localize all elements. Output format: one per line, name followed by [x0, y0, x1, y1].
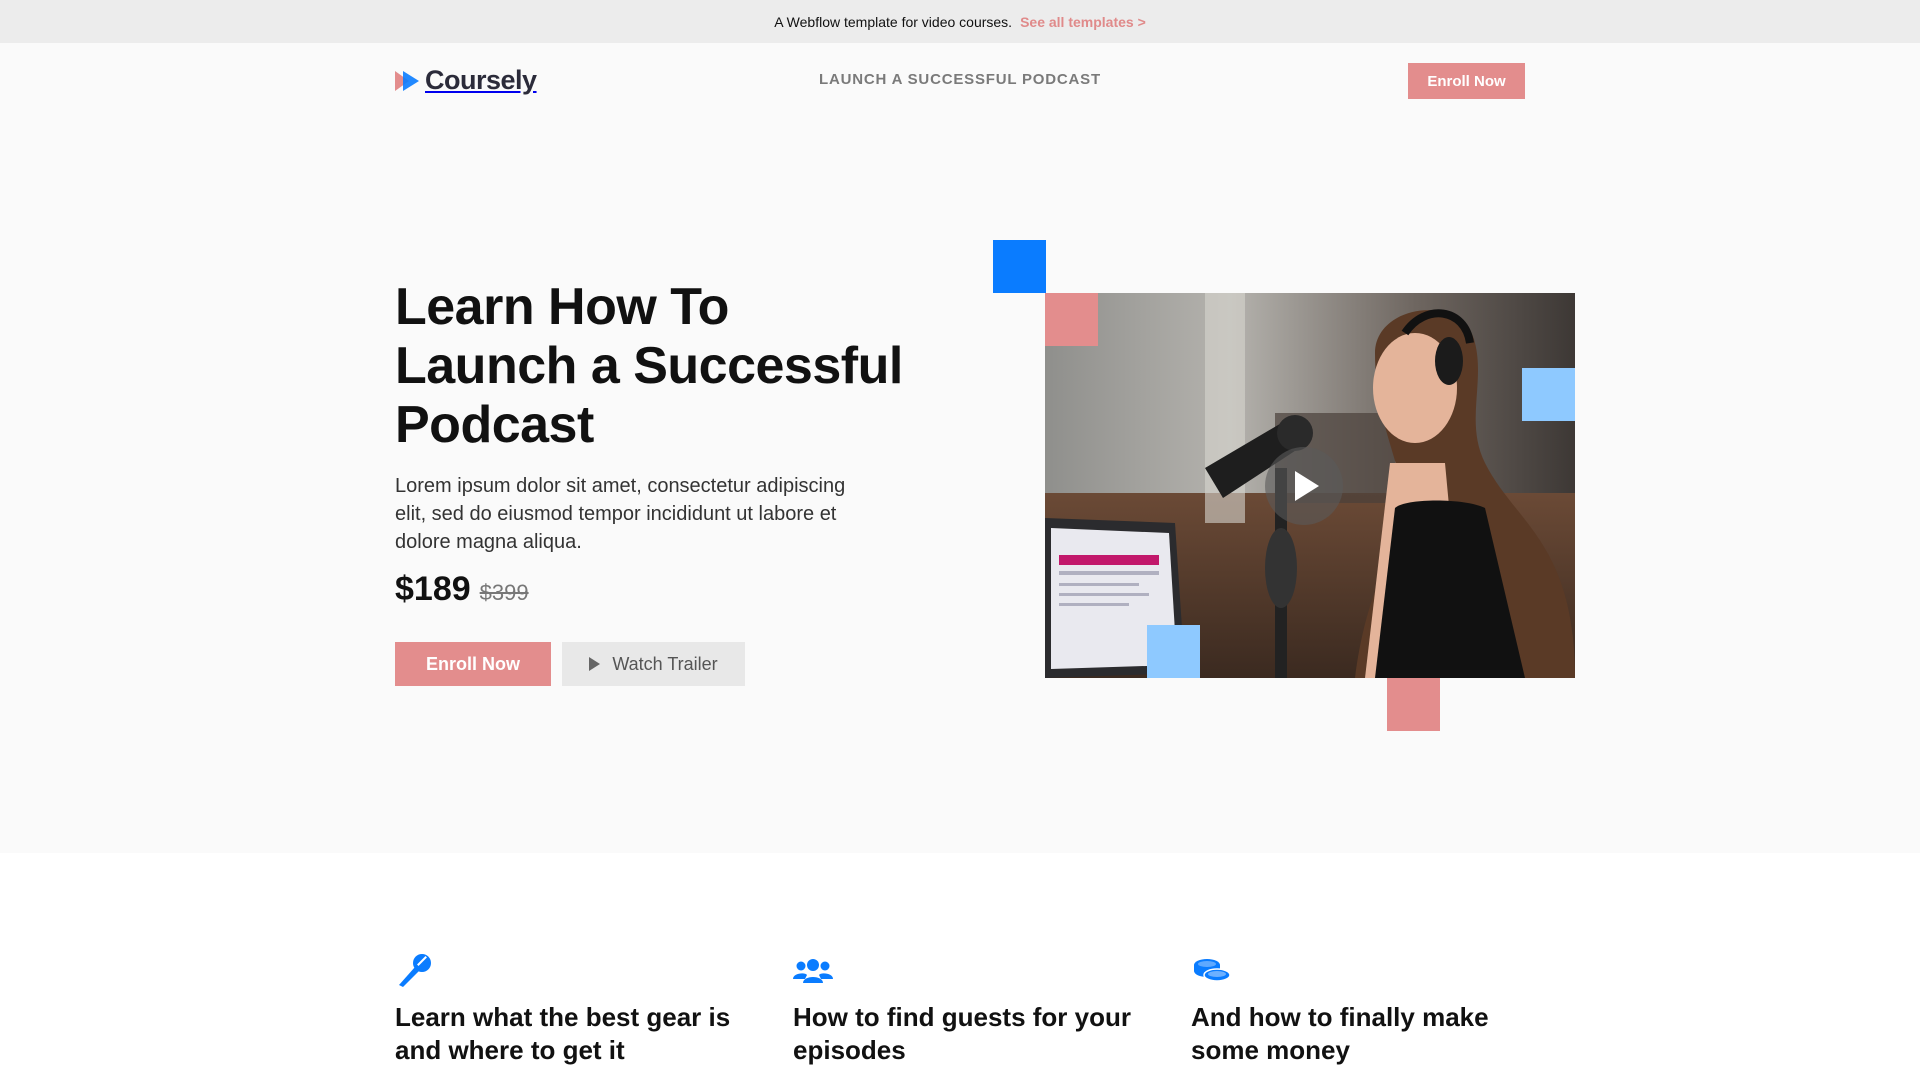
current-price: $189 [395, 570, 471, 608]
play-icon [589, 657, 601, 671]
hero-title-line: Learn How To [395, 278, 729, 336]
feature-item: And how to finally make some money [1191, 951, 1551, 1067]
feature-title: And how to finally make some money [1191, 1002, 1489, 1065]
watch-trailer-label: Watch Trailer [612, 653, 718, 674]
watch-trailer-button[interactable]: Watch Trailer [562, 642, 745, 686]
feature-title: Learn what the best gear is and where to… [395, 1002, 731, 1065]
microphone-icon [399, 954, 431, 987]
hero-title-line: Podcast [395, 396, 594, 454]
video-play-button[interactable] [1265, 447, 1343, 525]
hero-title-line: Launch a Successful [395, 337, 903, 395]
original-price: $399 [479, 580, 529, 605]
feature-title: How to find guests for your episodes [793, 1002, 1131, 1065]
decor-square-pink [1387, 678, 1440, 731]
decor-square-pink [1045, 293, 1098, 346]
users-icon [793, 959, 833, 983]
banner-message: A Webflow template for video courses. [774, 13, 1013, 30]
decor-square-lightblue [1522, 368, 1575, 421]
hero-enroll-button[interactable]: Enroll Now [395, 642, 551, 686]
feature-item: Learn what the best gear is and where to… [395, 951, 755, 1067]
nav-course-link[interactable]: LAUNCH A SUCCESSFUL PODCAST [0, 71, 1920, 88]
see-all-templates-link[interactable]: See all templates > [1020, 14, 1146, 30]
features-section: Learn what the best gear is and where to… [0, 853, 1920, 1080]
decor-square-lightblue [1147, 625, 1200, 678]
decor-square-blue [993, 240, 1046, 293]
price-block: $189 $399 [395, 570, 529, 609]
announcement-banner: A Webflow template for video courses. Se… [0, 0, 1920, 43]
coins-icon [1194, 959, 1231, 982]
navbar: Coursely LAUNCH A SUCCESSFUL PODCAST Enr… [0, 43, 1920, 118]
hero-title: Learn How To Launch a Successful Podcast [395, 278, 955, 455]
feature-item: How to find guests for your episodes [793, 951, 1153, 1067]
hero-description: Lorem ipsum dolor sit amet, consectetur … [395, 475, 846, 553]
play-icon [1295, 471, 1319, 501]
nav-enroll-button[interactable]: Enroll Now [1408, 63, 1525, 99]
